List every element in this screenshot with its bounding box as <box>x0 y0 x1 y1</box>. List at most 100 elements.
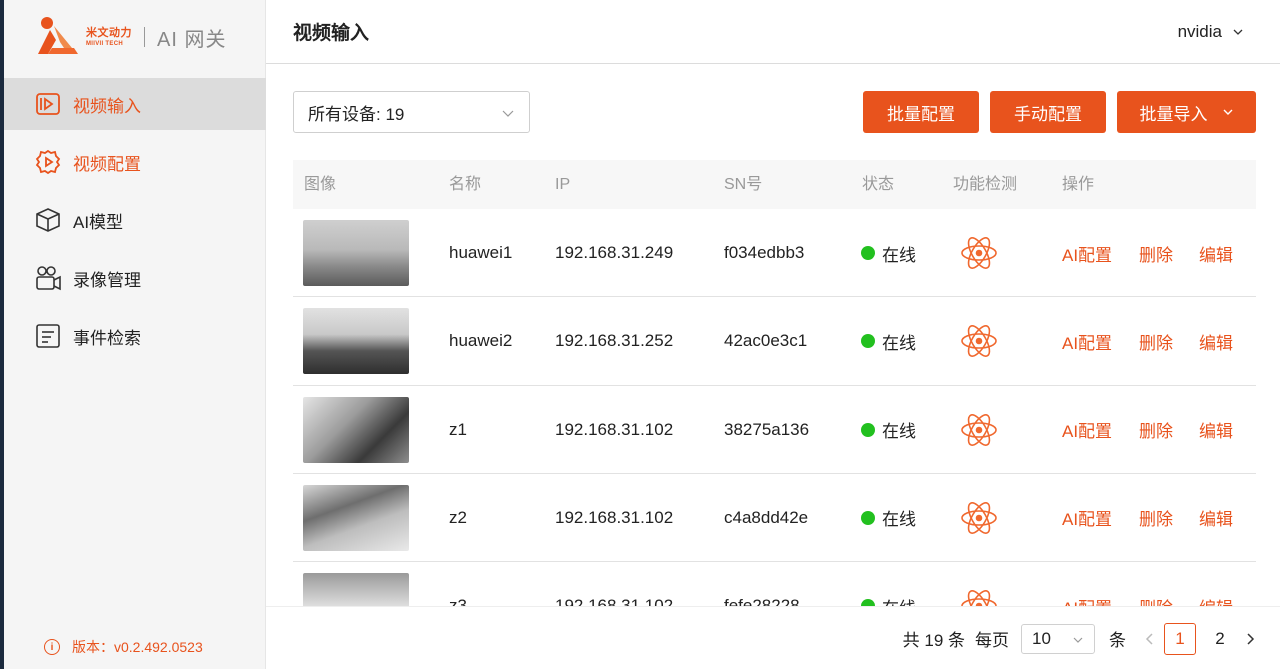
detection-cell[interactable] <box>959 209 999 297</box>
document-list-icon <box>33 321 63 351</box>
status-text: 在线 <box>882 245 916 265</box>
detection-cell[interactable] <box>959 297 999 385</box>
delete-link[interactable]: 删除 <box>1139 386 1173 474</box>
page-1-button[interactable]: 1 <box>1164 622 1196 655</box>
camera-thumbnail[interactable] <box>303 573 409 606</box>
chevron-down-icon <box>502 110 514 117</box>
status-text: 在线 <box>882 510 916 530</box>
detection-cell[interactable] <box>959 562 999 606</box>
thumbnail-cell <box>303 209 409 297</box>
delete-link[interactable]: 删除 <box>1139 297 1173 385</box>
sidebar-item-recording[interactable]: 录像管理 <box>4 252 266 304</box>
chevron-left-icon <box>1145 632 1153 645</box>
table-header: 图像 名称 IP SN号 状态 功能检测 操作 <box>293 160 1256 209</box>
camera-thumbnail[interactable] <box>303 484 409 551</box>
thumbnail-cell <box>303 386 409 474</box>
chevron-right-icon <box>1247 632 1255 645</box>
info-icon: i <box>44 639 60 655</box>
page-2-button[interactable]: 2 <box>1204 623 1236 655</box>
column-header-actions: 操作 <box>1062 176 1095 193</box>
delete-link[interactable]: 删除 <box>1139 562 1173 606</box>
status-badge: 在线 <box>861 474 916 562</box>
device-sn: 42ac0e3c1 <box>724 331 808 351</box>
edit-link[interactable]: 编辑 <box>1199 474 1233 562</box>
atom-detection-icon <box>961 413 997 446</box>
prev-page-button[interactable] <box>1140 629 1160 649</box>
chevron-down-icon <box>1233 29 1243 35</box>
status-badge: 在线 <box>861 297 916 385</box>
thumbnail-cell <box>303 474 409 562</box>
ai-config-link[interactable]: AI配置 <box>1062 386 1112 474</box>
user-menu[interactable]: nvidia <box>1178 22 1244 42</box>
online-dot-icon <box>861 510 875 525</box>
online-dot-icon <box>861 599 875 606</box>
detection-cell[interactable] <box>959 386 999 474</box>
logo-divider <box>144 27 145 47</box>
page-size-select[interactable]: 10 <box>1021 623 1095 654</box>
device-sn: c4a8dd42e <box>724 507 809 527</box>
main-content: 视频输入 nvidia 所有设备: 19 批量配置 手动配置 批量导入 图像 名… <box>266 0 1280 669</box>
sidebar-item-video-input[interactable]: 视频输入 <box>4 78 266 130</box>
thumbnail-cell <box>303 562 409 606</box>
next-page-button[interactable] <box>1240 629 1260 649</box>
column-header-ip: IP <box>555 176 571 193</box>
camera-thumbnail[interactable] <box>303 396 409 463</box>
sidebar-item-video-config[interactable]: 视频配置 <box>4 136 266 188</box>
ai-config-link[interactable]: AI配置 <box>1062 297 1112 385</box>
brand-cn: 米文动力 <box>86 26 132 39</box>
device-name: z3 <box>449 596 467 606</box>
sidebar-item-label: 录像管理 <box>73 270 141 290</box>
device-filter-select[interactable]: 所有设备: 19 <box>293 91 530 133</box>
sidebar: 米文动力 MIIVII TECH AI 网关 视频输入 视频配置 AI模型 录像… <box>4 0 266 669</box>
camera-record-icon <box>33 263 63 293</box>
ai-config-link[interactable]: AI配置 <box>1062 562 1112 606</box>
sidebar-item-event-search[interactable]: 事件检索 <box>4 310 266 362</box>
online-dot-icon <box>861 246 875 260</box>
video-play-icon <box>33 89 63 119</box>
manual-config-label: 手动配置 <box>1014 104 1082 124</box>
manual-config-button[interactable]: 手动配置 <box>990 91 1106 133</box>
ai-config-link[interactable]: AI配置 <box>1062 474 1112 562</box>
device-sn: fefe28228 <box>724 596 800 606</box>
sidebar-item-ai-model[interactable]: AI模型 <box>4 194 266 246</box>
table-row: z1 192.168.31.102 38275a136 在线 AI配置 删除 编辑 <box>293 386 1256 474</box>
product-name: AI 网关 <box>157 28 227 51</box>
camera-thumbnail[interactable] <box>303 308 409 375</box>
sidebar-item-label: 事件检索 <box>73 328 141 348</box>
batch-config-button[interactable]: 批量配置 <box>863 91 979 133</box>
batch-import-button[interactable]: 批量导入 <box>1117 91 1256 133</box>
sidebar-nav: 视频输入 视频配置 AI模型 录像管理 事件检索 <box>4 78 266 368</box>
brand-logo-icon <box>38 17 78 54</box>
page-size-unit: 条 <box>1109 631 1126 650</box>
column-header-image: 图像 <box>304 176 337 193</box>
sidebar-item-label: AI模型 <box>73 212 124 232</box>
device-table: 图像 名称 IP SN号 状态 功能检测 操作 huawei1 192.168.3… <box>293 160 1256 606</box>
pagination: 共 19 条 每页 10 条 1 2 <box>903 607 1260 669</box>
chevron-down-icon <box>1073 637 1083 643</box>
status-badge: 在线 <box>861 209 916 297</box>
thumbnail-cell <box>303 297 409 385</box>
pagination-bar: 共 19 条 每页 10 条 1 2 <box>266 606 1280 669</box>
table-row: huawei2 192.168.31.252 42ac0e3c1 在线 AI配置 删除 编辑 <box>293 297 1256 386</box>
edit-link[interactable]: 编辑 <box>1199 562 1233 606</box>
edit-link[interactable]: 编辑 <box>1199 386 1233 474</box>
device-ip: 192.168.31.102 <box>555 419 674 439</box>
cube-icon <box>33 205 63 235</box>
status-text: 在线 <box>882 333 916 353</box>
edit-link[interactable]: 编辑 <box>1199 297 1233 385</box>
table-row: z3 192.168.31.102 fefe28228 在线 AI配置删除编辑 <box>293 562 1256 606</box>
ai-config-link[interactable]: AI配置 <box>1062 209 1112 297</box>
chevron-down-icon <box>1223 109 1232 115</box>
table-body: huawei1 192.168.31.249 f034edbb3 在线 AI配置 删除 编辑… <box>293 209 1256 606</box>
delete-link[interactable]: 删除 <box>1139 474 1173 562</box>
page-header: 视频输入 nvidia <box>266 0 1280 64</box>
edit-link[interactable]: 编辑 <box>1199 209 1233 297</box>
device-ip: 192.168.31.249 <box>555 243 674 262</box>
version-info: i 版本：v0.2.492.0523 <box>44 637 203 657</box>
camera-thumbnail[interactable] <box>303 220 409 286</box>
delete-link[interactable]: 删除 <box>1139 209 1173 297</box>
device-ip: 192.168.31.102 <box>555 596 674 606</box>
device-ip: 192.168.31.102 <box>555 507 674 527</box>
detection-cell[interactable] <box>959 474 999 562</box>
column-header-detection: 功能检测 <box>953 176 1018 193</box>
